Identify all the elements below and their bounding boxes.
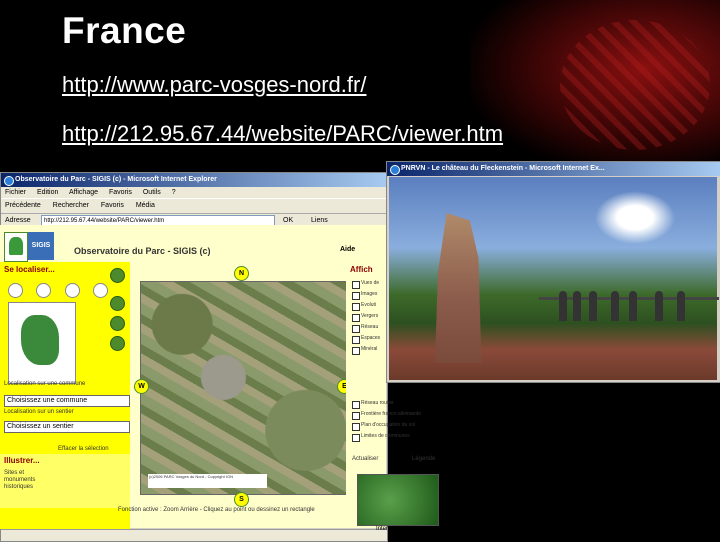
panel-icon[interactable] (110, 336, 125, 351)
sentier-label: Localisation sur un sentier (4, 409, 74, 415)
panel-icon[interactable] (110, 316, 125, 331)
menu-favoris[interactable]: Favoris (109, 189, 132, 196)
thumbnail-image (357, 474, 439, 526)
layer-checkbox[interactable] (352, 423, 360, 431)
ie-icon (390, 165, 400, 175)
layer-label: Réseau routier (361, 400, 394, 406)
media-button[interactable]: Média (136, 202, 155, 209)
site-title: Observatoire du Parc - SIGIS (c) (74, 246, 211, 256)
layer-checkbox[interactable] (352, 314, 360, 322)
pan-west-button[interactable]: W (134, 379, 149, 394)
menu-help[interactable]: ? (172, 189, 176, 196)
layer-label: Réseau (361, 324, 379, 330)
window-title: PNRVN - Le château du Fleckenstein - Mic… (401, 165, 605, 172)
aerial-map[interactable] (140, 281, 348, 495)
toolbar: Précédente Rechercher Favoris Média (1, 198, 387, 214)
visitors (559, 277, 699, 321)
ie-icon (4, 176, 14, 186)
address-label: Adresse (5, 217, 31, 224)
status-bar (1, 529, 387, 541)
sigis-logo: SIGIS (28, 232, 54, 260)
layer-label: Limites de communes (361, 433, 410, 439)
menu-bar: Fichier Edition Affichage Favoris Outils… (1, 187, 387, 198)
help-link[interactable]: Aide (340, 246, 355, 253)
window-titlebar: PNRVN - Le château du Fleckenstein - Mic… (387, 162, 720, 176)
legende-button[interactable]: Légende (412, 456, 435, 462)
link-viewer[interactable]: http://212.95.67.44/website/PARC/viewer.… (62, 121, 503, 147)
layer-checkbox[interactable]: ✓ (352, 325, 360, 333)
layer-checkbox[interactable]: ✓ (352, 292, 360, 300)
illustrer-item[interactable]: monuments (4, 477, 35, 484)
layer-label: Vergers (361, 313, 379, 319)
layer-label: Images (361, 291, 378, 297)
menu-affichage[interactable]: Affichage (69, 189, 98, 196)
park-logo (4, 232, 28, 262)
clear-selection-link[interactable]: Effacer la sélection (58, 446, 109, 452)
illustrer-title: Illustrer... (4, 456, 40, 465)
commune-select[interactable]: Choisissez une commune (4, 395, 130, 407)
layer-label: Minéral (361, 346, 378, 352)
commune-label: Localisation sur une commune (4, 381, 86, 387)
illustrer-item[interactable]: Sites et (4, 470, 24, 477)
layer-label: Frontière franco-allemande (361, 411, 422, 417)
se-localiser-title: Se localiser... (4, 265, 55, 274)
castle-photo (389, 177, 719, 380)
link-parc-vosges[interactable]: http://www.parc-vosges-nord.fr/ (62, 72, 366, 98)
status-text: Fonction active : Zoom Arrière - Cliquez… (118, 507, 315, 513)
layer-label: Espaces (361, 335, 381, 341)
zoom-out-icon[interactable] (36, 283, 52, 298)
internet-zone: Internet (376, 526, 397, 532)
layer-label: Plan d'occupation du sol (361, 422, 416, 428)
layer-checkbox[interactable] (352, 401, 360, 409)
back-button[interactable]: Précédente (5, 202, 41, 209)
slide-title: France (62, 10, 187, 51)
search-button[interactable]: Rechercher (53, 202, 89, 209)
browser-window-photo: PNRVN - Le château du Fleckenstein - Mic… (386, 161, 720, 383)
layer-checkbox[interactable]: ✓ (352, 303, 360, 311)
layer-checkbox[interactable] (352, 347, 360, 355)
layer-checkbox[interactable] (352, 336, 360, 344)
layer-checkbox[interactable] (352, 434, 360, 442)
menu-outils[interactable]: Outils (143, 189, 161, 196)
affichage-title: Affich (350, 265, 373, 274)
actualiser-button[interactable]: Actualiser (352, 456, 378, 462)
map-copyright: (c)2006 PARC Vosges du Nord - Copyright … (148, 474, 267, 488)
favorites-button[interactable]: Favoris (101, 202, 124, 209)
layer-label: Evoluti (361, 302, 377, 308)
print-icon[interactable] (93, 283, 109, 298)
illustrer-item[interactable]: historiques (4, 484, 33, 491)
castle-tower (435, 213, 482, 363)
menu-edition[interactable]: Edition (37, 189, 58, 196)
pan-north-button[interactable]: N (234, 266, 249, 281)
pan-icon[interactable] (64, 283, 80, 298)
zoom-in-icon[interactable] (8, 283, 23, 298)
layer-checkbox[interactable] (352, 412, 360, 420)
window-titlebar: Observatoire du Parc - SIGIS (c) - Micro… (1, 173, 387, 187)
collapse-icon[interactable] (110, 268, 125, 283)
layer-label: Vues de (361, 280, 380, 286)
pan-south-button[interactable]: S (234, 492, 249, 507)
layer-checkbox[interactable]: ✓ (352, 281, 360, 289)
overview-map[interactable] (8, 302, 76, 384)
zoom-tools (8, 283, 117, 303)
background-pattern (560, 20, 710, 150)
window-title: Observatoire du Parc - SIGIS (c) - Micro… (15, 176, 217, 183)
menu-fichier[interactable]: Fichier (5, 189, 26, 196)
sentier-select[interactable]: Choisissez un sentier (4, 421, 130, 433)
